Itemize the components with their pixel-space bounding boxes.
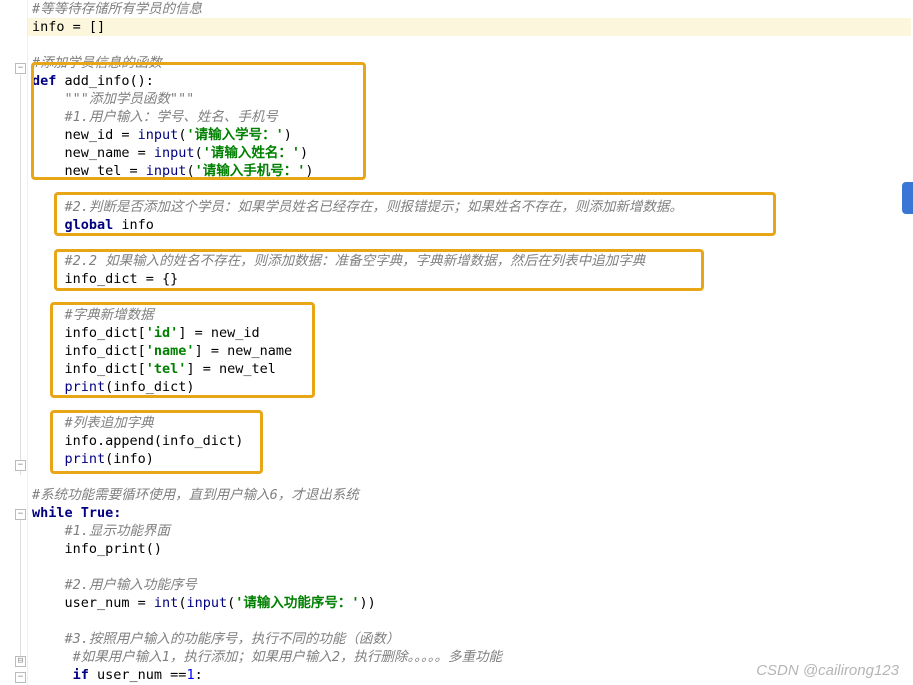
fold-line bbox=[20, 520, 21, 660]
highlighted-line: info = [] bbox=[28, 18, 911, 36]
comment: #2.判断是否添加这个学员：如果学员姓名已经存在，则报错提示；如果姓名不存在，则… bbox=[32, 199, 683, 215]
code-line: info_print() bbox=[32, 541, 162, 557]
comment: #添加学员信息的函数 bbox=[32, 55, 162, 71]
comment: #2.2 如果输入的姓名不存在，则添加数据：准备空字典，字典新增数据，然后在列表… bbox=[32, 253, 645, 269]
fold-icon[interactable]: ⊟ bbox=[15, 656, 26, 667]
code-line: info_dict = {} bbox=[32, 271, 178, 287]
keyword-if: if bbox=[73, 667, 89, 683]
fold-icon[interactable]: − bbox=[15, 63, 26, 74]
code-area[interactable]: #等等待存储所有学员的信息 info = [] #添加学员信息的函数 def a… bbox=[30, 0, 913, 684]
code-line: info.append(info_dict) bbox=[32, 433, 243, 449]
gutter: − − − ⊟ − bbox=[0, 0, 28, 685]
comment: #系统功能需要循环使用，直到用户输入6，才退出系统 bbox=[32, 487, 359, 503]
comment: #3.按照用户输入的功能序号，执行不同的功能（函数） bbox=[32, 631, 399, 647]
comment: #1.显示功能界面 bbox=[32, 523, 170, 539]
comment: #列表追加字典 bbox=[32, 415, 154, 431]
comment: #等等待存储所有学员的信息 bbox=[32, 1, 202, 17]
fold-icon[interactable]: − bbox=[15, 460, 26, 471]
fold-icon[interactable]: − bbox=[15, 509, 26, 520]
keyword-while: while bbox=[32, 505, 73, 521]
docstring: """添加学员函数""" bbox=[32, 91, 194, 107]
keyword-global: global bbox=[65, 217, 114, 233]
comment: #字典新增数据 bbox=[32, 307, 154, 323]
fold-icon[interactable]: − bbox=[15, 672, 26, 683]
comment: #2.用户输入功能序号 bbox=[32, 577, 197, 593]
keyword-def: def bbox=[32, 73, 56, 89]
comment: #1.用户输入：学号、姓名、手机号 bbox=[32, 109, 278, 125]
side-tab[interactable] bbox=[902, 182, 913, 214]
comment: #如果用户输入1，执行添加；如果用户输入2，执行删除。。。。。多重功能 bbox=[32, 649, 502, 665]
fold-line bbox=[20, 75, 21, 475]
